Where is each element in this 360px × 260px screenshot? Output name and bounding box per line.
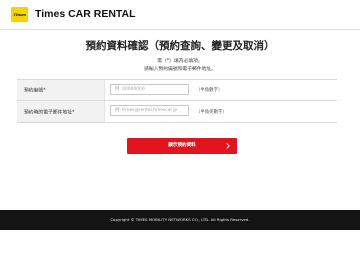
email-label-cell: 預約時的電子郵件地址* — [17, 101, 105, 122]
site-footer: Copyright © TIMES MOBILITY NETWORKS CO.,… — [0, 210, 360, 230]
logo-text: Times — [13, 12, 26, 17]
email-label: 預約時的電子郵件地址* — [24, 110, 75, 115]
reservation-number-input[interactable] — [110, 84, 189, 95]
required-note: 需（*）填為必填項。 — [157, 59, 203, 64]
instruction-note: 請輸入預約編號和電子郵件地址。 — [144, 67, 216, 72]
header-divider — [0, 29, 360, 30]
reservation-number-label-cell: 預約編號* — [17, 80, 105, 100]
times-logo[interactable]: Times — [11, 7, 28, 22]
reservation-number-row: 預約編號* （半角數字） — [17, 80, 337, 101]
page-title: 預約資料確認（預約查詢、變更及取消） — [85, 40, 275, 52]
email-hint: （半角英數字） — [196, 109, 227, 115]
brand-name[interactable]: Times CAR RENTAL — [35, 7, 136, 22]
copyright-text: Copyright © TIMES MOBILITY NETWORKS CO.,… — [110, 217, 250, 222]
reservation-number-hint: （半角數字） — [196, 88, 223, 93]
chevron-right-icon — [226, 143, 230, 149]
reservation-number-label: 預約編號* — [24, 88, 46, 94]
site-header: Times Times CAR RENTAL — [0, 0, 360, 29]
email-row: 預約時的電子郵件地址* （半角英數字） — [17, 101, 337, 122]
reservation-lookup-form: 預約編號* （半角數字） 預約時的電子郵件地址* （半角英數字） — [17, 79, 337, 123]
show-reservation-label: 顯示預約資料 — [168, 143, 196, 148]
show-reservation-button[interactable]: 顯示預約資料 — [127, 138, 237, 154]
email-input[interactable] — [110, 105, 189, 116]
